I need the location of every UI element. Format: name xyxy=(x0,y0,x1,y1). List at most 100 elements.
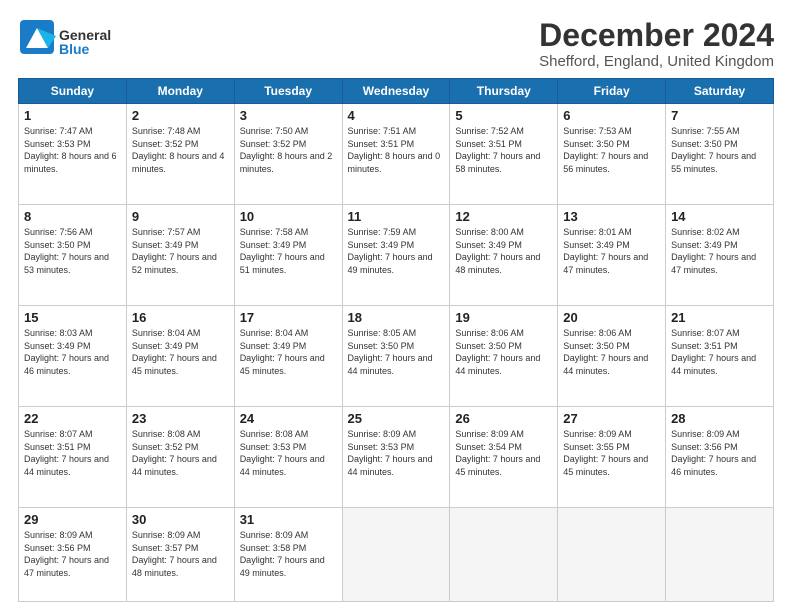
day-cell-23: 23 Sunrise: 8:08 AMSunset: 3:52 PMDayligh… xyxy=(126,407,234,508)
col-header-thursday: Thursday xyxy=(450,79,558,104)
day-info: Sunrise: 8:09 AMSunset: 3:58 PMDaylight:… xyxy=(240,530,325,578)
day-cell-4: 4 Sunrise: 7:51 AMSunset: 3:51 PMDaylight… xyxy=(342,104,450,205)
day-info: Sunrise: 8:09 AMSunset: 3:56 PMDaylight:… xyxy=(24,530,109,578)
logo: General Blue xyxy=(18,18,111,56)
day-info: Sunrise: 7:52 AMSunset: 3:51 PMDaylight:… xyxy=(455,126,540,174)
day-cell-20: 20 Sunrise: 8:06 AMSunset: 3:50 PMDayligh… xyxy=(558,306,666,407)
logo-icon xyxy=(18,18,56,56)
calendar-table: SundayMondayTuesdayWednesdayThursdayFrid… xyxy=(18,78,774,602)
day-info: Sunrise: 8:09 AMSunset: 3:54 PMDaylight:… xyxy=(455,429,540,477)
day-cell-13: 13 Sunrise: 8:01 AMSunset: 3:49 PMDayligh… xyxy=(558,205,666,306)
day-cell-30: 30 Sunrise: 8:09 AMSunset: 3:57 PMDayligh… xyxy=(126,507,234,601)
day-info: Sunrise: 8:09 AMSunset: 3:57 PMDaylight:… xyxy=(132,530,217,578)
day-number: 19 xyxy=(455,310,552,325)
week-row-2: 8Sunrise: 7:56 AMSunset: 3:50 PMDaylight… xyxy=(19,205,774,306)
day-cell-25: 25Sunrise: 8:09 AMSunset: 3:53 PMDayligh… xyxy=(342,407,450,508)
day-info: Sunrise: 7:47 AMSunset: 3:53 PMDaylight:… xyxy=(24,126,117,174)
day-info: Sunrise: 8:09 AMSunset: 3:56 PMDaylight:… xyxy=(671,429,756,477)
col-header-tuesday: Tuesday xyxy=(234,79,342,104)
day-cell-3: 3 Sunrise: 7:50 AMSunset: 3:52 PMDaylight… xyxy=(234,104,342,205)
day-number: 31 xyxy=(240,512,337,527)
day-number: 16 xyxy=(132,310,229,325)
day-info: Sunrise: 8:01 AMSunset: 3:49 PMDaylight:… xyxy=(563,227,648,275)
day-cell-8: 8Sunrise: 7:56 AMSunset: 3:50 PMDaylight… xyxy=(19,205,127,306)
day-info: Sunrise: 8:08 AMSunset: 3:53 PMDaylight:… xyxy=(240,429,325,477)
day-cell-10: 10 Sunrise: 7:58 AMSunset: 3:49 PMDayligh… xyxy=(234,205,342,306)
day-info: Sunrise: 7:51 AMSunset: 3:51 PMDaylight:… xyxy=(348,126,441,174)
day-number: 7 xyxy=(671,108,768,123)
day-cell-16: 16Sunrise: 8:04 AMSunset: 3:49 PMDayligh… xyxy=(126,306,234,407)
empty-cell-4-6 xyxy=(666,507,774,601)
day-number: 30 xyxy=(132,512,229,527)
empty-cell-4-5 xyxy=(558,507,666,601)
day-cell-19: 19Sunrise: 8:06 AMSunset: 3:50 PMDayligh… xyxy=(450,306,558,407)
col-header-friday: Friday xyxy=(558,79,666,104)
day-info: Sunrise: 7:55 AMSunset: 3:50 PMDaylight:… xyxy=(671,126,756,174)
day-cell-5: 5Sunrise: 7:52 AMSunset: 3:51 PMDaylight… xyxy=(450,104,558,205)
day-info: Sunrise: 7:56 AMSunset: 3:50 PMDaylight:… xyxy=(24,227,109,275)
day-number: 22 xyxy=(24,411,121,426)
day-info: Sunrise: 7:50 AMSunset: 3:52 PMDaylight:… xyxy=(240,126,333,174)
month-title: December 2024 xyxy=(539,18,774,53)
day-cell-6: 6 Sunrise: 7:53 AMSunset: 3:50 PMDaylight… xyxy=(558,104,666,205)
day-cell-7: 7 Sunrise: 7:55 AMSunset: 3:50 PMDaylight… xyxy=(666,104,774,205)
day-number: 26 xyxy=(455,411,552,426)
logo-text: General Blue xyxy=(59,28,111,56)
day-info: Sunrise: 7:57 AMSunset: 3:49 PMDaylight:… xyxy=(132,227,217,275)
day-cell-17: 17Sunrise: 8:04 AMSunset: 3:49 PMDayligh… xyxy=(234,306,342,407)
col-header-sunday: Sunday xyxy=(19,79,127,104)
day-number: 23 xyxy=(132,411,229,426)
day-cell-18: 18 Sunrise: 8:05 AMSunset: 3:50 PMDayligh… xyxy=(342,306,450,407)
day-cell-21: 21Sunrise: 8:07 AMSunset: 3:51 PMDayligh… xyxy=(666,306,774,407)
day-number: 15 xyxy=(24,310,121,325)
day-cell-31: 31 Sunrise: 8:09 AMSunset: 3:58 PMDayligh… xyxy=(234,507,342,601)
day-info: Sunrise: 8:00 AMSunset: 3:49 PMDaylight:… xyxy=(455,227,540,275)
day-cell-14: 14 Sunrise: 8:02 AMSunset: 3:49 PMDayligh… xyxy=(666,205,774,306)
day-cell-11: 11 Sunrise: 7:59 AMSunset: 3:49 PMDayligh… xyxy=(342,205,450,306)
day-cell-2: 2Sunrise: 7:48 AMSunset: 3:52 PMDaylight… xyxy=(126,104,234,205)
day-cell-15: 15 Sunrise: 8:03 AMSunset: 3:49 PMDayligh… xyxy=(19,306,127,407)
week-row-5: 29Sunrise: 8:09 AMSunset: 3:56 PMDayligh… xyxy=(19,507,774,601)
day-info: Sunrise: 8:06 AMSunset: 3:50 PMDaylight:… xyxy=(563,328,648,376)
day-number: 3 xyxy=(240,108,337,123)
day-info: Sunrise: 8:03 AMSunset: 3:49 PMDaylight:… xyxy=(24,328,109,376)
location: Shefford, England, United Kingdom xyxy=(539,53,774,70)
day-number: 27 xyxy=(563,411,660,426)
day-info: Sunrise: 8:04 AMSunset: 3:49 PMDaylight:… xyxy=(240,328,325,376)
day-number: 20 xyxy=(563,310,660,325)
day-cell-29: 29Sunrise: 8:09 AMSunset: 3:56 PMDayligh… xyxy=(19,507,127,601)
day-info: Sunrise: 8:07 AMSunset: 3:51 PMDaylight:… xyxy=(671,328,756,376)
day-info: Sunrise: 7:48 AMSunset: 3:52 PMDaylight:… xyxy=(132,126,225,174)
week-row-3: 15 Sunrise: 8:03 AMSunset: 3:49 PMDayligh… xyxy=(19,306,774,407)
empty-cell-4-4 xyxy=(450,507,558,601)
day-info: Sunrise: 8:08 AMSunset: 3:52 PMDaylight:… xyxy=(132,429,217,477)
day-info: Sunrise: 7:53 AMSunset: 3:50 PMDaylight:… xyxy=(563,126,648,174)
day-info: Sunrise: 8:02 AMSunset: 3:49 PMDaylight:… xyxy=(671,227,756,275)
day-number: 9 xyxy=(132,209,229,224)
day-cell-1: 1Sunrise: 7:47 AMSunset: 3:53 PMDaylight… xyxy=(19,104,127,205)
day-info: Sunrise: 7:58 AMSunset: 3:49 PMDaylight:… xyxy=(240,227,325,275)
day-info: Sunrise: 8:05 AMSunset: 3:50 PMDaylight:… xyxy=(348,328,433,376)
header: General Blue December 2024 Shefford, Eng… xyxy=(18,18,774,70)
day-number: 4 xyxy=(348,108,445,123)
day-cell-22: 22 Sunrise: 8:07 AMSunset: 3:51 PMDayligh… xyxy=(19,407,127,508)
day-cell-27: 27Sunrise: 8:09 AMSunset: 3:55 PMDayligh… xyxy=(558,407,666,508)
day-info: Sunrise: 8:07 AMSunset: 3:51 PMDaylight:… xyxy=(24,429,109,477)
day-number: 12 xyxy=(455,209,552,224)
day-number: 18 xyxy=(348,310,445,325)
logo-blue-text: Blue xyxy=(59,42,111,56)
day-number: 14 xyxy=(671,209,768,224)
day-number: 6 xyxy=(563,108,660,123)
empty-cell-4-3 xyxy=(342,507,450,601)
day-number: 11 xyxy=(348,209,445,224)
logo-general-text: General xyxy=(59,28,111,42)
day-number: 10 xyxy=(240,209,337,224)
day-cell-26: 26 Sunrise: 8:09 AMSunset: 3:54 PMDayligh… xyxy=(450,407,558,508)
day-info: Sunrise: 7:59 AMSunset: 3:49 PMDaylight:… xyxy=(348,227,433,275)
day-number: 25 xyxy=(348,411,445,426)
day-number: 13 xyxy=(563,209,660,224)
day-cell-12: 12 Sunrise: 8:00 AMSunset: 3:49 PMDayligh… xyxy=(450,205,558,306)
col-header-saturday: Saturday xyxy=(666,79,774,104)
header-row: SundayMondayTuesdayWednesdayThursdayFrid… xyxy=(19,79,774,104)
day-cell-28: 28Sunrise: 8:09 AMSunset: 3:56 PMDayligh… xyxy=(666,407,774,508)
